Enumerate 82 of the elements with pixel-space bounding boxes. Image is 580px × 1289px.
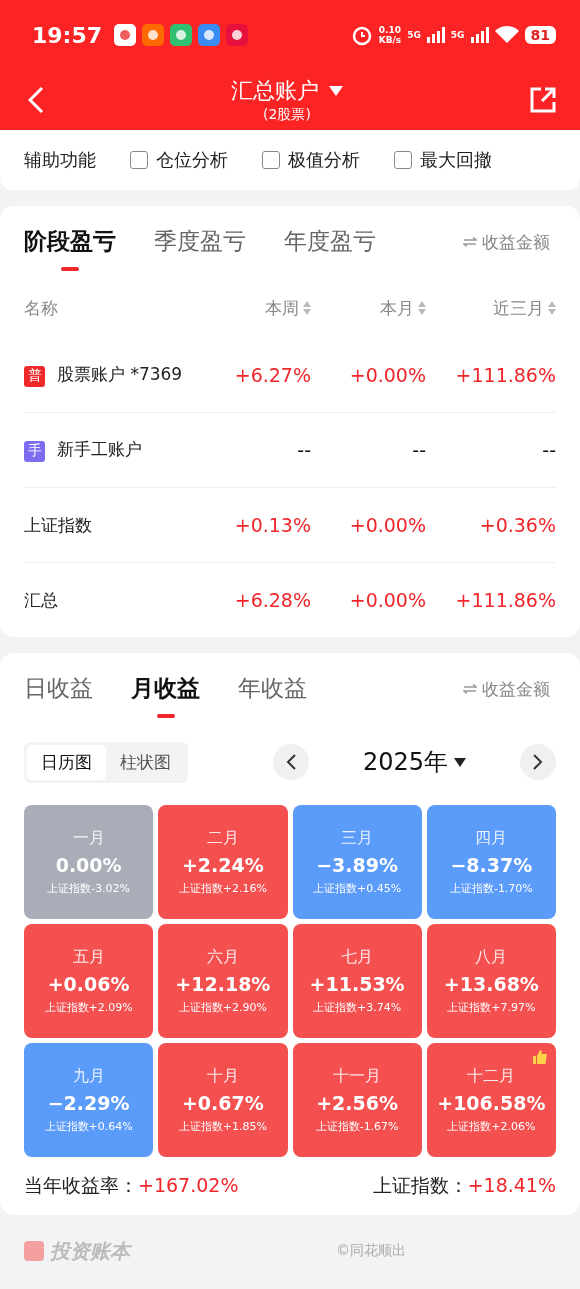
return-value: +6.28% [233,589,311,611]
account-name: 上证指数 [24,513,93,537]
column-header[interactable]: 本周 [265,296,299,320]
column-header[interactable]: 近三月 [493,296,544,320]
month-tile[interactable]: 一月 0.00% 上证指数-3.02% [24,805,154,919]
copyright-text: ©同花顺出 [336,1242,406,1260]
period-tab[interactable]: 季度盈亏 [154,213,246,271]
sort-icon [418,301,426,315]
share-icon[interactable] [530,87,556,113]
return-value: +0.00% [348,514,426,536]
income-tab[interactable]: 年收益 [238,660,307,718]
income-tab[interactable]: 月收益 [131,660,200,718]
return-value: -- [411,439,426,461]
account-name: 汇总 [24,588,59,612]
period-tab[interactable]: 阶段盈亏 [24,213,116,271]
month-tile[interactable]: 八月 +13.68% 上证指数+7.97% [426,924,556,1038]
account-badge: 普 [24,365,45,387]
swap-icon [463,237,477,247]
year-selector[interactable]: 2025年 [356,745,472,779]
battery-level: 81 [524,26,556,44]
amount-toggle[interactable]: 收益金额 [457,229,556,255]
month-tile[interactable]: 七月 +11.53% 上证指数+3.74% [292,924,422,1038]
account-name: 普 股票账户 *7369 [24,363,211,387]
return-value: +111.86% [454,364,556,386]
sort-icon [303,301,311,315]
app-icon [142,24,165,46]
return-value: +111.86% [454,589,556,611]
chevron-left-icon [284,753,297,771]
month-tile[interactable]: 十月 +0.67% 上证指数+1.85% [158,1043,288,1157]
header-title[interactable]: 汇总账户 [231,76,319,106]
month-tile[interactable]: 十一月 +2.56% 上证指数-1.67% [292,1043,422,1157]
month-tile[interactable]: 二月 +2.24% 上证指数+2.16% [158,805,288,919]
income-tab[interactable]: 日收益 [24,660,93,718]
app-icon [198,24,221,46]
back-icon[interactable] [28,86,44,114]
account-name: 手 新手工账户 [24,438,211,462]
amount-toggle[interactable]: 收益金额 [457,676,556,702]
network-type: 5G [407,30,421,40]
app-icon [170,24,193,46]
signal-icon [426,27,445,43]
month-tile[interactable]: 五月 +0.06% 上证指数+2.09% [24,924,154,1038]
return-value: +0.13% [233,514,311,536]
brand-logo: 投资账本 [24,1237,130,1265]
return-value: +6.27% [233,364,311,386]
analysis-checkbox[interactable]: 极值分析 [262,148,360,172]
network-type: 5G [450,30,465,40]
header-subtitle: (2股票) [263,106,311,124]
return-value: +0.00% [348,364,426,386]
swap-icon [463,684,477,694]
return-value: -- [541,439,556,461]
month-tile[interactable]: 四月 −8.37% 上证指数-1.70% [426,805,556,919]
analysis-checkbox[interactable]: 最大回撤 [394,148,492,172]
summary-text: 当年收益率：+167.02% [24,1173,239,1198]
month-tile[interactable]: 九月 −2.29% 上证指数+0.64% [24,1043,154,1157]
alarm-icon [350,24,373,46]
view-option[interactable]: 日历图 [27,744,106,780]
app-icon [114,24,137,46]
return-value: +0.00% [348,589,426,611]
chevron-right-icon [532,753,544,771]
column-header[interactable]: 本月 [380,296,414,320]
return-value: +0.36% [478,514,556,536]
sort-icon [548,301,556,315]
summary-text: 上证指数：+18.41% [372,1173,556,1198]
previous-year-button[interactable] [272,744,309,780]
month-tile[interactable]: 十二月 +106.58% 上证指数+2.06% [426,1043,556,1157]
period-tab[interactable]: 年度盈亏 [284,213,376,271]
month-tile[interactable]: 三月 −3.89% 上证指数+0.45% [292,805,422,919]
dropdown-icon[interactable] [329,86,343,96]
analysis-checkbox[interactable]: 仓位分析 [130,148,228,172]
month-tile[interactable]: 六月 +12.18% 上证指数+2.90% [158,924,288,1038]
aux-label: 辅助功能 [24,148,96,172]
dropdown-icon [454,757,466,767]
wifi-icon [494,26,519,44]
account-badge: 手 [24,440,45,462]
network-speed: 0.10 KB/s [378,25,402,45]
status-time: 19:57 [32,22,103,48]
column-header: 名称 [24,296,59,320]
next-year-button[interactable] [520,744,556,780]
signal-icon [470,27,489,43]
view-option[interactable]: 柱状图 [106,744,185,780]
return-value: -- [296,439,311,461]
app-icon [226,24,249,46]
